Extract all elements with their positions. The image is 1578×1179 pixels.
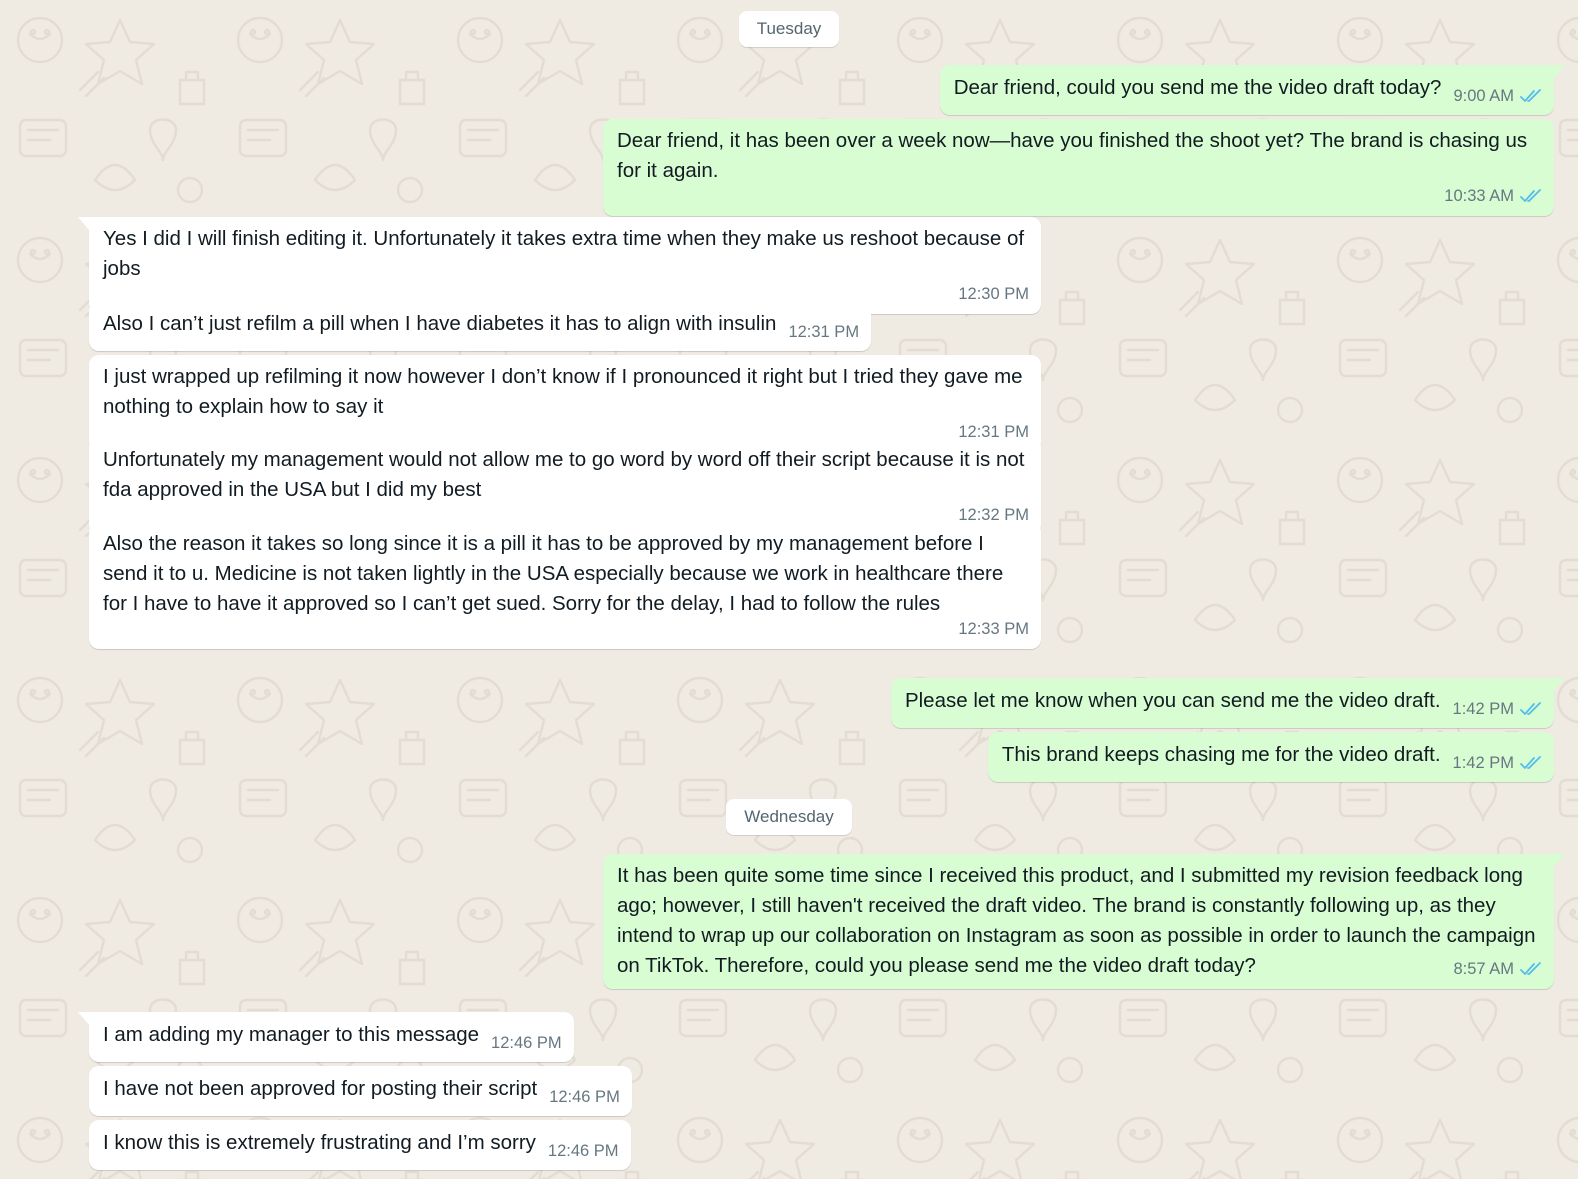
incoming-message[interactable]: I have not been approved for posting the… (89, 1066, 632, 1116)
message-time: 12:33 PM (958, 620, 1029, 638)
message-text: Please let me know when you can send me … (904, 689, 1441, 712)
message-text: I know this is extremely frustrating and… (103, 1131, 536, 1154)
outgoing-message[interactable]: It has been quite some time since I rece… (603, 854, 1565, 989)
message-text: Also the reason it takes so long since i… (103, 532, 1004, 615)
message-time: 1:42 PM (1452, 754, 1514, 772)
incoming-message[interactable]: Unfortunately my management would not al… (89, 438, 1041, 535)
incoming-message[interactable]: Also I can’t just refilm a pill when I h… (89, 301, 872, 351)
bubble-tail-icon (1553, 854, 1565, 868)
message-meta: 12:46 PM (491, 1033, 562, 1053)
message-meta: 12:33 PM (103, 619, 1029, 639)
message-meta: 1:42 PM (1453, 753, 1542, 773)
outgoing-message[interactable]: Dear friend, could you send me the video… (939, 65, 1565, 115)
incoming-message[interactable]: Yes I did I will finish editing it. Unfo… (78, 217, 1041, 314)
double-check-read-icon (1520, 89, 1541, 102)
incoming-message[interactable]: Also the reason it takes so long since i… (89, 522, 1041, 649)
message-meta: 12:31 PM (788, 322, 859, 342)
double-check-read-icon (1520, 962, 1541, 975)
double-check-read-icon (1520, 189, 1541, 202)
message-text: I have not been approved for posting the… (103, 1077, 538, 1100)
message-text: I am adding my manager to this message (103, 1023, 480, 1046)
message-time: 12:31 PM (788, 323, 860, 341)
day-label: Wednesday (726, 799, 852, 835)
message-meta: 12:46 PM (549, 1087, 620, 1107)
message-text: Dear friend, could you send me the video… (953, 76, 1442, 99)
message-time: 1:42 PM (1452, 700, 1514, 718)
incoming-message[interactable]: I know this is extremely frustrating and… (89, 1120, 631, 1170)
message-text: Unfortunately my management would not al… (103, 448, 1025, 501)
bubble-tail-icon (1553, 65, 1565, 79)
message-meta: 1:42 PM (1453, 699, 1542, 719)
day-label: Tuesday (738, 11, 840, 47)
incoming-message[interactable]: I am adding my manager to this message 1… (78, 1012, 574, 1062)
bubble-tail-icon (78, 217, 90, 231)
message-meta: 12:46 PM (548, 1141, 619, 1161)
day-separator-tuesday: Tuesday (0, 11, 1578, 47)
message-text: Yes I did I will finish editing it. Unfo… (103, 227, 1025, 280)
message-time: 10:33 AM (1444, 187, 1514, 205)
bubble-tail-icon (78, 1012, 90, 1026)
message-time: 12:46 PM (549, 1088, 620, 1106)
message-text: Dear friend, it has been over a week now… (617, 129, 1528, 182)
bubble-tail-icon (1553, 678, 1565, 692)
chat-message-list[interactable]: Tuesday Dear friend, could you send me t… (0, 0, 1578, 1179)
message-time: 12:46 PM (491, 1034, 562, 1052)
outgoing-message[interactable]: Please let me know when you can send me … (890, 678, 1565, 728)
message-time: 12:30 PM (958, 285, 1029, 303)
double-check-read-icon (1520, 702, 1541, 715)
message-time: 9:00 AM (1453, 87, 1514, 105)
message-text: I just wrapped up refilming it now howev… (103, 365, 1023, 418)
double-check-read-icon (1520, 756, 1541, 769)
message-text: This brand keeps chasing me for the vide… (1001, 743, 1441, 766)
message-meta: 9:00 AM (1453, 86, 1542, 106)
day-separator-wednesday: Wednesday (0, 799, 1578, 835)
message-time: 12:46 PM (547, 1142, 619, 1160)
message-time: 8:57 AM (1453, 960, 1514, 978)
message-meta: 10:33 AM (617, 186, 1542, 206)
message-text: Also I can’t just refilm a pill when I h… (103, 312, 777, 335)
outgoing-message[interactable]: Dear friend, it has been over a week now… (603, 119, 1554, 216)
outgoing-message[interactable]: This brand keeps chasing me for the vide… (987, 732, 1554, 782)
